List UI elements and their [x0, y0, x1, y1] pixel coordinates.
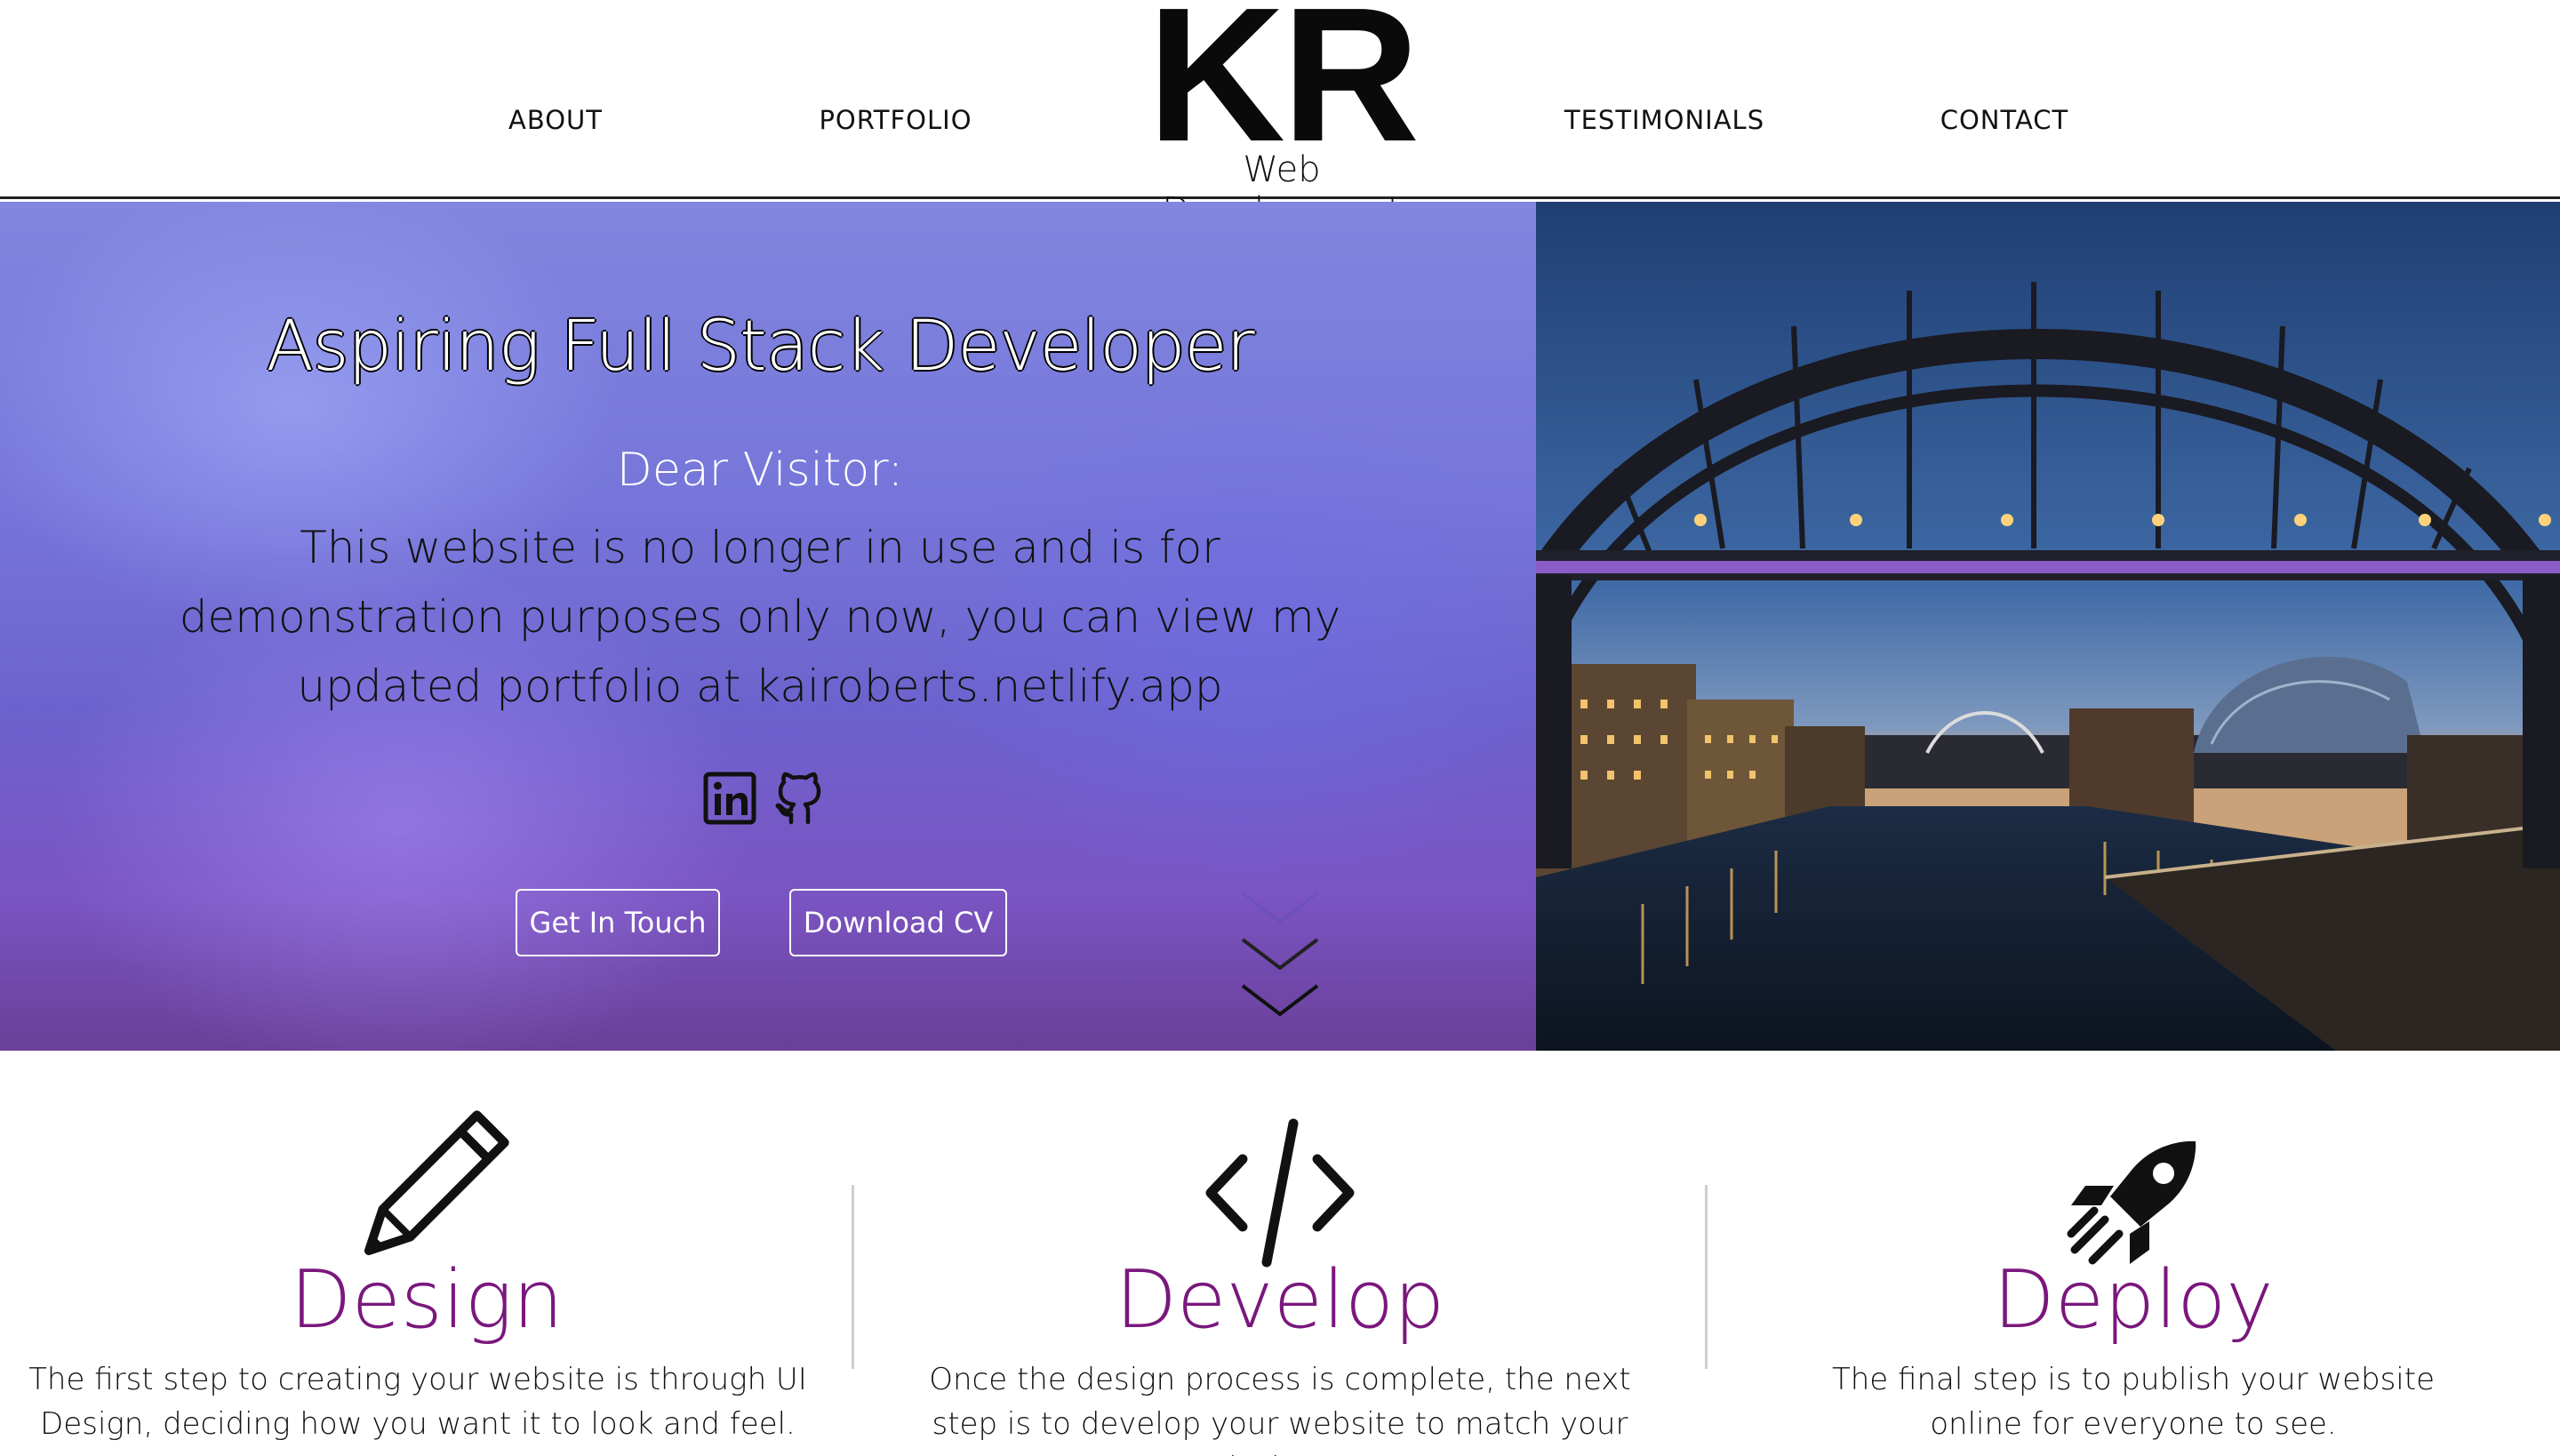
service-develop: Develop Once the design process is compl…: [853, 1051, 1707, 1456]
github-icon[interactable]: [772, 771, 827, 826]
nav-about[interactable]: ABOUT: [498, 105, 613, 135]
service-text-design: The first step to creating your website …: [28, 1362, 807, 1442]
logo-initials: KR: [1147, 0, 1420, 181]
download-cv-button[interactable]: Download CV: [789, 889, 1007, 956]
hero-section: Aspiring Full Stack Developer Dear Visit…: [0, 202, 1536, 1051]
nav-contact[interactable]: CONTACT: [1920, 105, 2089, 135]
hero-greeting: Dear Visitor:: [616, 444, 904, 497]
service-title-deploy: Deploy: [1993, 1253, 2274, 1347]
bridge-photo: [1536, 202, 2560, 1051]
linkedin-icon[interactable]: [702, 771, 757, 826]
nav-testimonials[interactable]: TESTIMONIALS: [1556, 105, 1773, 135]
site-header: ABOUT PORTFOLIO KR Web Development TESTI…: [0, 0, 2560, 231]
service-design: Design The first step to creating your w…: [0, 1051, 853, 1456]
service-text-develop: Once the design process is complete, the…: [929, 1362, 1631, 1456]
site-logo[interactable]: KR Web Development: [1122, 0, 1442, 231]
chevron-down-icon[interactable]: [1236, 886, 1324, 1028]
service-deploy: Deploy The final step is to publish your…: [1707, 1051, 2560, 1456]
service-text-deploy: The final step is to publish your websit…: [1831, 1362, 2435, 1442]
nav-portfolio[interactable]: PORTFOLIO: [804, 105, 987, 135]
hero-message: This website is no longer in use and is …: [179, 522, 1341, 712]
service-title-design: Design: [290, 1253, 564, 1347]
get-in-touch-button[interactable]: Get In Touch: [516, 889, 720, 956]
hero-title: Aspiring Full Stack Developer: [266, 307, 1254, 387]
service-title-develop: Develop: [1115, 1253, 1445, 1347]
